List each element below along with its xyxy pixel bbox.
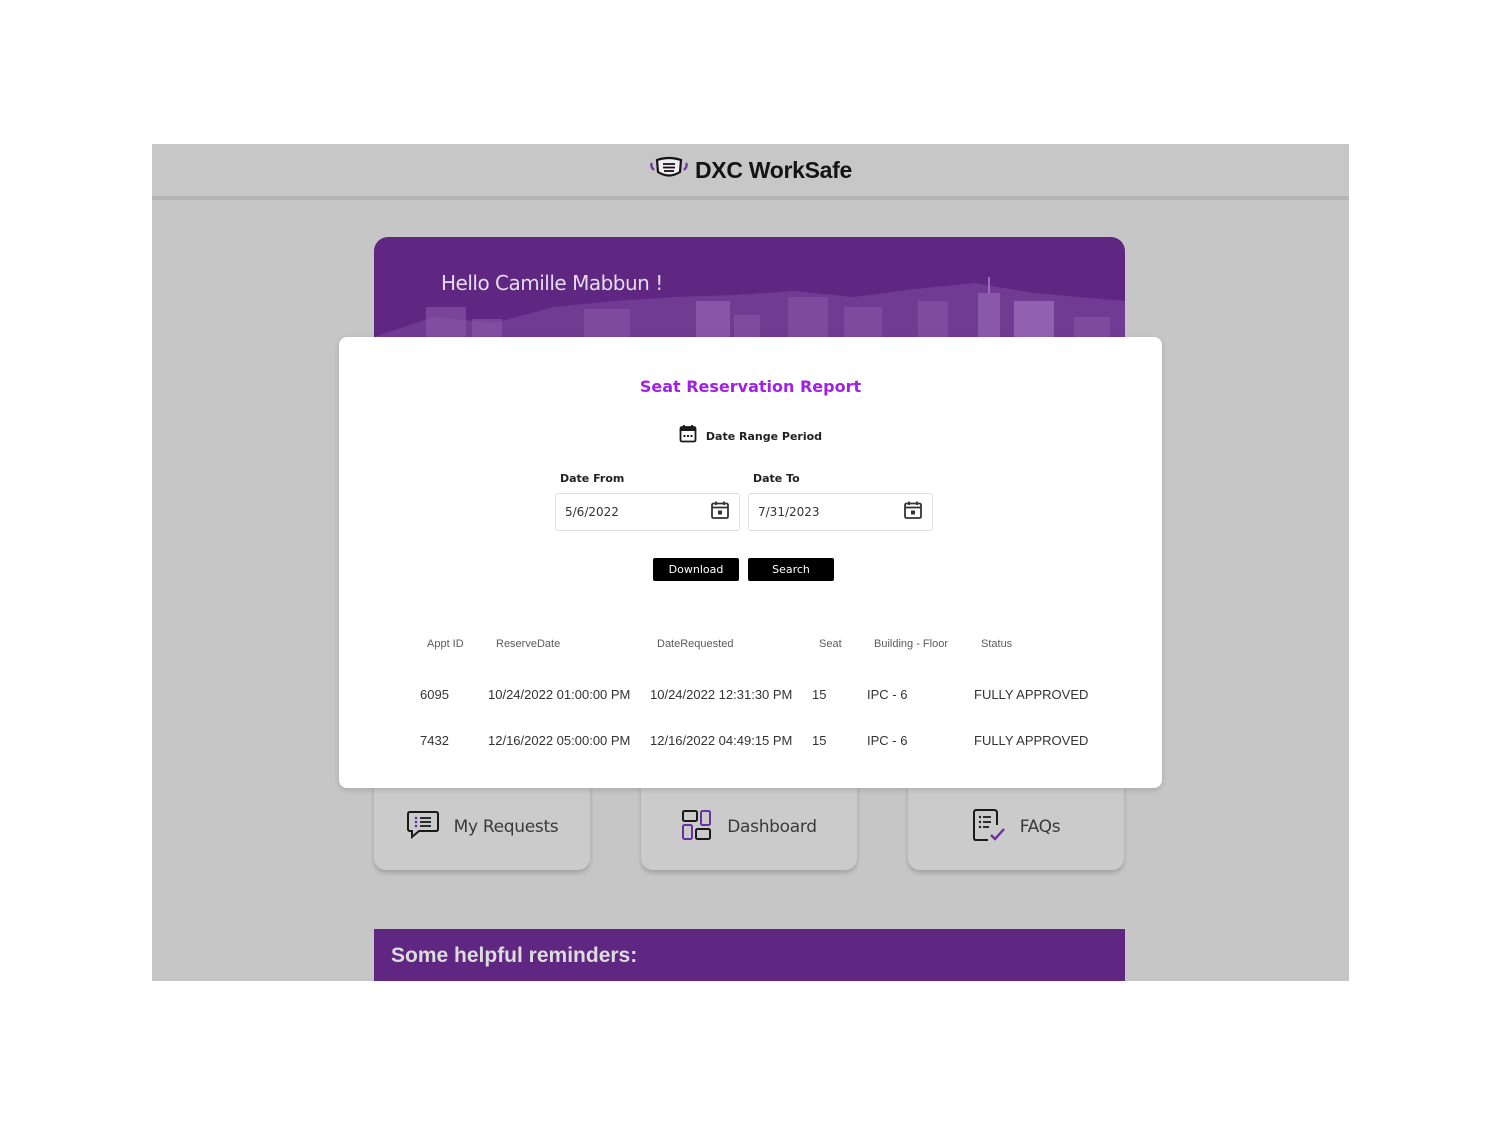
cell-appt-id: 7432 (420, 733, 449, 748)
faqs-card[interactable]: FAQs (908, 784, 1124, 870)
my-requests-label: My Requests (453, 817, 559, 837)
face-mask-icon (649, 155, 689, 186)
date-to-label: Date To (753, 472, 800, 485)
date-from-field[interactable]: 5/6/2022 (555, 493, 740, 531)
col-header-seat[interactable]: Seat (819, 638, 842, 650)
cell-appt-id: 6095 (420, 687, 449, 702)
cell-seat: 15 (812, 733, 827, 748)
cell-status: FULLY APPROVED (974, 687, 1089, 702)
col-header-building-floor[interactable]: Building - Floor (874, 638, 948, 650)
calendar-icon (679, 424, 697, 448)
date-range-label: Date Range Period (705, 429, 823, 443)
cell-date-requested: 10/24/2022 12:31:30 PM (650, 687, 793, 702)
date-range-heading: Date Range Period (339, 424, 1162, 448)
cell-date-requested: 12/16/2022 04:49:15 PM (650, 733, 793, 748)
search-button[interactable]: Search (748, 558, 834, 581)
seat-report-modal: Seat Reservation Report Date Range Perio… (339, 337, 1162, 788)
brand[interactable]: DXC WorkSafe (649, 155, 852, 186)
col-header-date-requested[interactable]: DateRequested (657, 638, 733, 650)
greeting: Hello Camille Mabbun ! (441, 271, 663, 295)
dashboard-label: Dashboard (727, 817, 817, 837)
checklist-doc-icon (972, 807, 1006, 848)
cell-reserve-date: 10/24/2022 01:00:00 PM (488, 687, 631, 702)
my-requests-card[interactable]: My Requests (374, 784, 590, 870)
calendar-picker-icon[interactable] (710, 500, 730, 525)
download-button[interactable]: Download (653, 558, 739, 581)
date-to-value: 7/31/2023 (758, 505, 820, 519)
reminders-title: Some helpful reminders: (391, 944, 638, 967)
col-header-status[interactable]: Status (981, 638, 1012, 650)
calendar-picker-icon[interactable] (903, 500, 923, 525)
col-header-reserve-date[interactable]: ReserveDate (496, 638, 560, 650)
cell-building-floor: IPC - 6 (867, 687, 908, 702)
hero-banner: Hello Camille Mabbun ! (374, 237, 1125, 347)
cell-building-floor: IPC - 6 (867, 733, 908, 748)
col-header-appt-id[interactable]: Appt ID (427, 638, 464, 650)
chat-list-icon (406, 809, 440, 846)
app-title: DXC WorkSafe (694, 156, 853, 183)
cell-seat: 15 (812, 687, 827, 702)
faqs-label: FAQs (1019, 817, 1061, 837)
modal-title: Seat Reservation Report (639, 377, 862, 396)
reminders-banner: Some helpful reminders: (374, 929, 1125, 981)
cell-reserve-date: 12/16/2022 05:00:00 PM (488, 733, 631, 748)
date-from-label: Date From (560, 472, 625, 485)
date-from-value: 5/6/2022 (565, 505, 619, 519)
dashboard-grid-icon (681, 809, 713, 846)
dashboard-card[interactable]: Dashboard (641, 784, 857, 870)
date-to-field[interactable]: 7/31/2023 (748, 493, 933, 531)
cell-status: FULLY APPROVED (974, 733, 1089, 748)
top-bar: DXC WorkSafe (152, 144, 1349, 200)
